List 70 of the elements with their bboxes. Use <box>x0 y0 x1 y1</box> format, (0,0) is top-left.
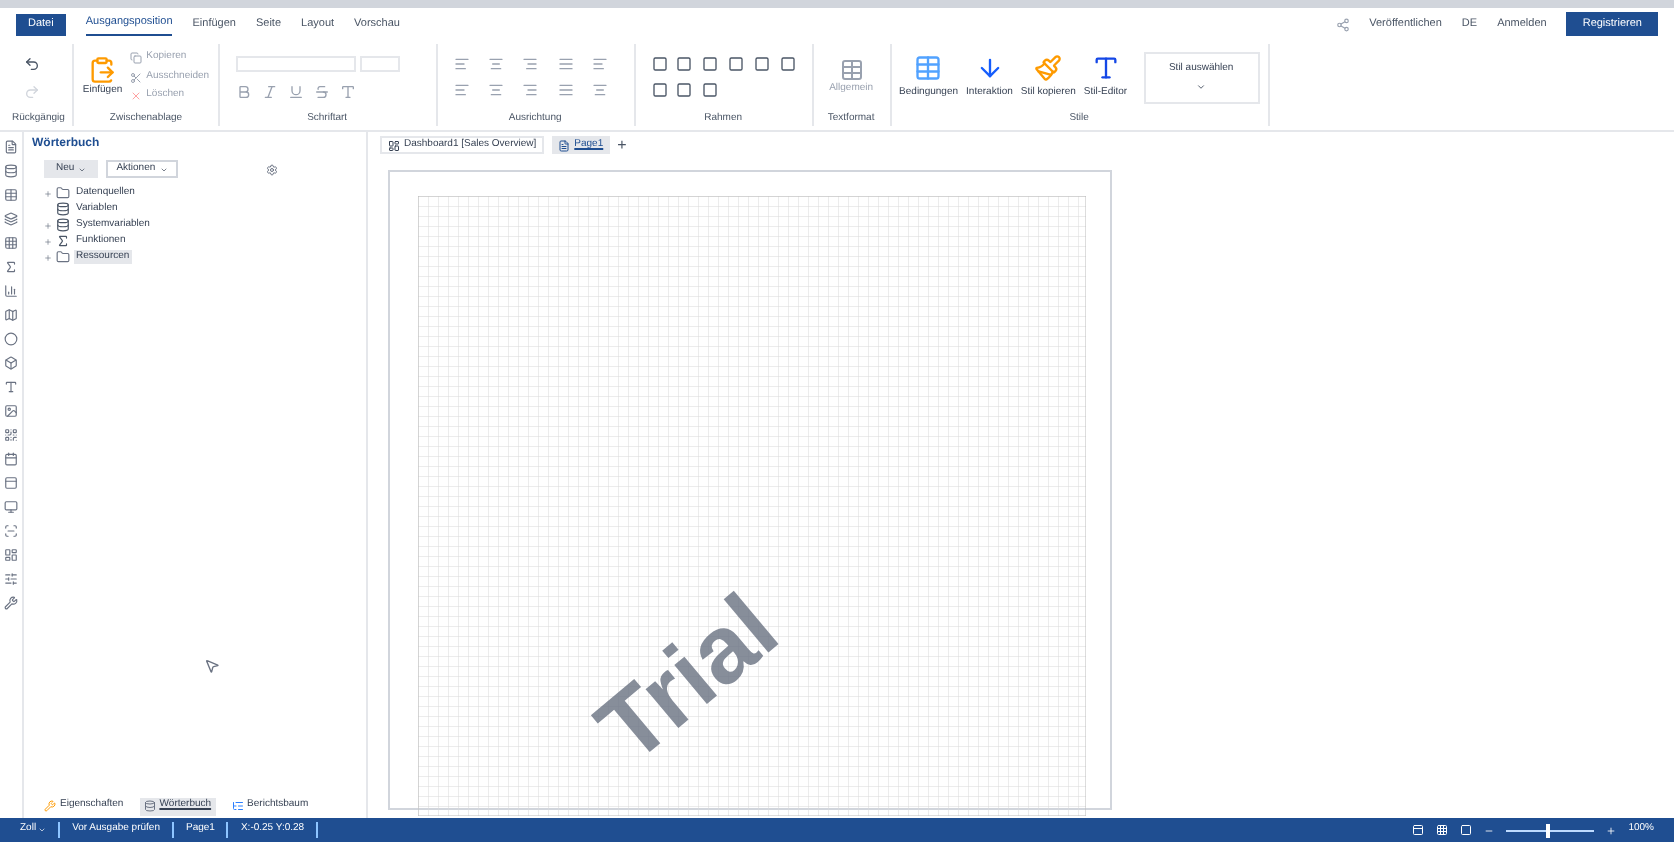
wrench-icon <box>44 800 56 812</box>
share-icon[interactable] <box>1335 17 1350 31</box>
brush-icon <box>1034 53 1063 82</box>
toolbox-icon[interactable] <box>4 332 18 346</box>
toolbox-icon[interactable] <box>4 356 18 370</box>
align-icon[interactable] <box>557 82 574 98</box>
align-icon[interactable] <box>557 56 574 72</box>
expand-icon[interactable] <box>44 237 52 245</box>
view-icon[interactable] <box>1412 824 1425 836</box>
toolbox-icon[interactable] <box>4 236 18 250</box>
zoom-in-icon[interactable] <box>1606 825 1617 835</box>
underline-icon[interactable] <box>287 83 304 99</box>
font-size-field[interactable] <box>359 55 400 71</box>
align-icon[interactable] <box>453 56 470 72</box>
expand-icon[interactable] <box>44 253 52 261</box>
toolbox-icon[interactable] <box>4 188 18 202</box>
toolbox-icon[interactable] <box>4 380 18 394</box>
toolbox-icon[interactable] <box>4 260 18 274</box>
database-icon <box>143 800 156 812</box>
align-icon[interactable] <box>522 56 539 72</box>
grid-icon[interactable] <box>1436 824 1449 836</box>
align-icon[interactable] <box>592 56 609 72</box>
toolbox-icon[interactable] <box>4 476 18 490</box>
copy-icon <box>130 52 143 64</box>
toolbox-icon[interactable] <box>4 284 18 298</box>
toolbox-icon[interactable] <box>4 428 18 442</box>
delete-icon <box>130 90 143 102</box>
function-icon <box>56 234 70 248</box>
font-name-field[interactable] <box>235 55 356 71</box>
folder-icon <box>56 186 70 200</box>
folder-icon <box>56 250 70 264</box>
arrow-down-icon <box>975 53 1004 82</box>
zoom-out-icon[interactable] <box>1484 825 1495 835</box>
tree-icon <box>231 800 244 812</box>
toolbox-icon[interactable] <box>4 140 18 154</box>
page-icon <box>558 139 571 151</box>
dashboard-icon <box>388 139 400 151</box>
bold-icon[interactable] <box>235 83 252 99</box>
expand-icon[interactable] <box>44 189 52 197</box>
toolbox-icon[interactable] <box>4 596 18 610</box>
italic-icon[interactable] <box>261 83 278 99</box>
toolbox-icon[interactable] <box>4 524 18 538</box>
align-icon[interactable] <box>592 82 609 98</box>
cursor-icon <box>204 658 220 674</box>
format-icon <box>839 57 864 82</box>
table-icon <box>914 53 943 82</box>
undo-icon[interactable] <box>24 55 40 71</box>
font-color-icon[interactable] <box>339 83 356 99</box>
chevron-down-icon <box>1196 81 1207 92</box>
toolbox-icon[interactable] <box>4 500 18 514</box>
trial-watermark: Trial <box>582 579 796 781</box>
align-icon[interactable] <box>522 82 539 98</box>
toolbox-icon[interactable] <box>4 572 18 586</box>
clipboard-icon <box>88 55 117 84</box>
toolbox-icon[interactable] <box>4 548 18 562</box>
toolbox-icon[interactable] <box>4 164 18 178</box>
expand-icon[interactable] <box>44 221 52 229</box>
toolbox-icon[interactable] <box>4 308 18 322</box>
align-icon[interactable] <box>487 82 504 98</box>
toolbox-icon[interactable] <box>4 452 18 466</box>
toolbox-icon[interactable] <box>4 212 18 226</box>
settings-icon[interactable] <box>265 163 278 175</box>
align-icon[interactable] <box>453 82 470 98</box>
font-icon <box>1091 53 1120 82</box>
strikethrough-icon[interactable] <box>313 83 330 99</box>
page-view-icon[interactable] <box>1460 824 1473 836</box>
add-tab-button[interactable]: + <box>617 133 627 157</box>
scissors-icon <box>130 71 143 83</box>
toolbox-icon[interactable] <box>4 404 18 418</box>
align-icon[interactable] <box>487 56 504 72</box>
